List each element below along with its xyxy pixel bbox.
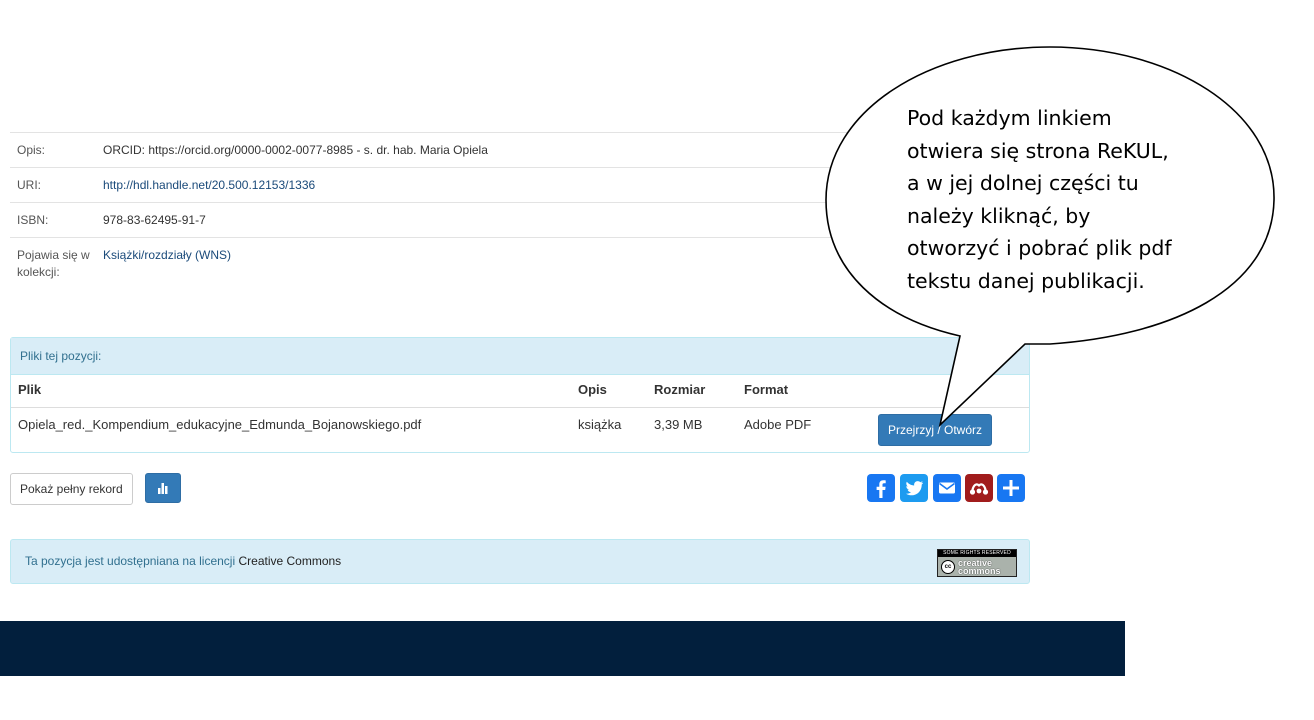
share-twitter-button[interactable]: [900, 474, 928, 502]
callout-line: tekstu danej publikacji.: [907, 268, 1145, 293]
add-share-icon: [1003, 480, 1019, 496]
cc-word-commons: commons: [958, 565, 1001, 576]
twitter-icon: [906, 481, 923, 496]
metadata-row-uri: URI: http://hdl.handle.net/20.500.12153/…: [10, 167, 1030, 202]
facebook-icon: [876, 480, 886, 498]
callout-line: Pod każdym linkiem: [907, 106, 1112, 130]
metadata-label: URI:: [17, 178, 41, 192]
license-panel: Ta pozycja jest udostępniana na licencji…: [10, 539, 1030, 584]
files-panel-heading: Pliki tej pozycji:: [11, 338, 1029, 375]
column-header-format: Format: [744, 382, 789, 397]
column-header-file: Plik: [18, 382, 42, 397]
metadata-label: Pojawia się w kolekcji:: [17, 248, 90, 279]
email-icon: [939, 482, 955, 494]
callout-line: należy kliknąć, by: [907, 203, 1091, 228]
file-size: 3,39 MB: [654, 417, 703, 432]
file-description: książka: [578, 417, 622, 432]
show-full-record-button[interactable]: Pokaż pełny rekord: [10, 473, 133, 505]
creative-commons-badge[interactable]: SOME RIGHTS RESERVED cc creative commons: [937, 549, 1017, 577]
column-header-size: Rozmiar: [654, 382, 706, 397]
mendeley-icon: [969, 483, 989, 495]
license-text: Ta pozycja jest udostępniana na licencji: [25, 554, 236, 568]
callout-line: otwiera się strona ReKUL,: [907, 138, 1169, 163]
uri-link[interactable]: http://hdl.handle.net/20.500.12153/1336: [103, 178, 315, 192]
share-facebook-button[interactable]: [867, 474, 895, 502]
metadata-value: 978-83-62495-91-7: [103, 213, 206, 227]
bar-chart-icon: [158, 483, 168, 494]
callout-line: a w jej dolnej części tu: [907, 171, 1139, 195]
metadata-row-collection: Pojawia się w kolekcji: Książki/rozdział…: [10, 237, 1030, 289]
metadata-label: Opis:: [17, 143, 46, 157]
statistics-button[interactable]: [145, 473, 181, 503]
file-name-link[interactable]: Opiela_red._Kompendium_edukacyjne_Edmund…: [11, 408, 578, 432]
cc-badge-top: SOME RIGHTS RESERVED: [938, 550, 1016, 557]
share-mendeley-button[interactable]: [965, 474, 993, 502]
files-panel: Pliki tej pozycji: Plik Opis Rozmiar For…: [10, 337, 1030, 453]
cc-logo-icon: cc: [941, 559, 955, 574]
creative-commons-link[interactable]: Creative Commons: [238, 554, 341, 568]
metadata-row-description: Opis: ORCID: https://orcid.org/0000-0002…: [10, 132, 1030, 167]
metadata-row-isbn: ISBN: 978-83-62495-91-7: [10, 202, 1030, 237]
metadata-label: ISBN:: [17, 213, 49, 227]
files-table-header: Plik Opis Rozmiar Format: [11, 375, 1029, 408]
view-open-button[interactable]: Przejrzyj / Otwórz: [878, 414, 993, 446]
file-format: Adobe PDF: [744, 417, 812, 432]
callout-text: Pod każdym linkiem otwiera się strona Re…: [907, 102, 1237, 297]
collection-link[interactable]: Książki/rozdziały (WNS): [103, 248, 231, 262]
share-more-button[interactable]: [997, 474, 1025, 502]
metadata-value: ORCID: https://orcid.org/0000-0002-0077-…: [103, 143, 488, 157]
cc-badge-bottom: cc creative commons: [938, 557, 1016, 576]
share-email-button[interactable]: [933, 474, 961, 502]
item-metadata: Opis: ORCID: https://orcid.org/0000-0002…: [10, 132, 1030, 289]
column-header-description: Opis: [578, 382, 607, 397]
site-footer: [0, 621, 1125, 676]
table-row: Opiela_red._Kompendium_edukacyjne_Edmund…: [11, 408, 1029, 452]
callout-line: otworzyć i pobrać plik pdf: [907, 236, 1172, 260]
